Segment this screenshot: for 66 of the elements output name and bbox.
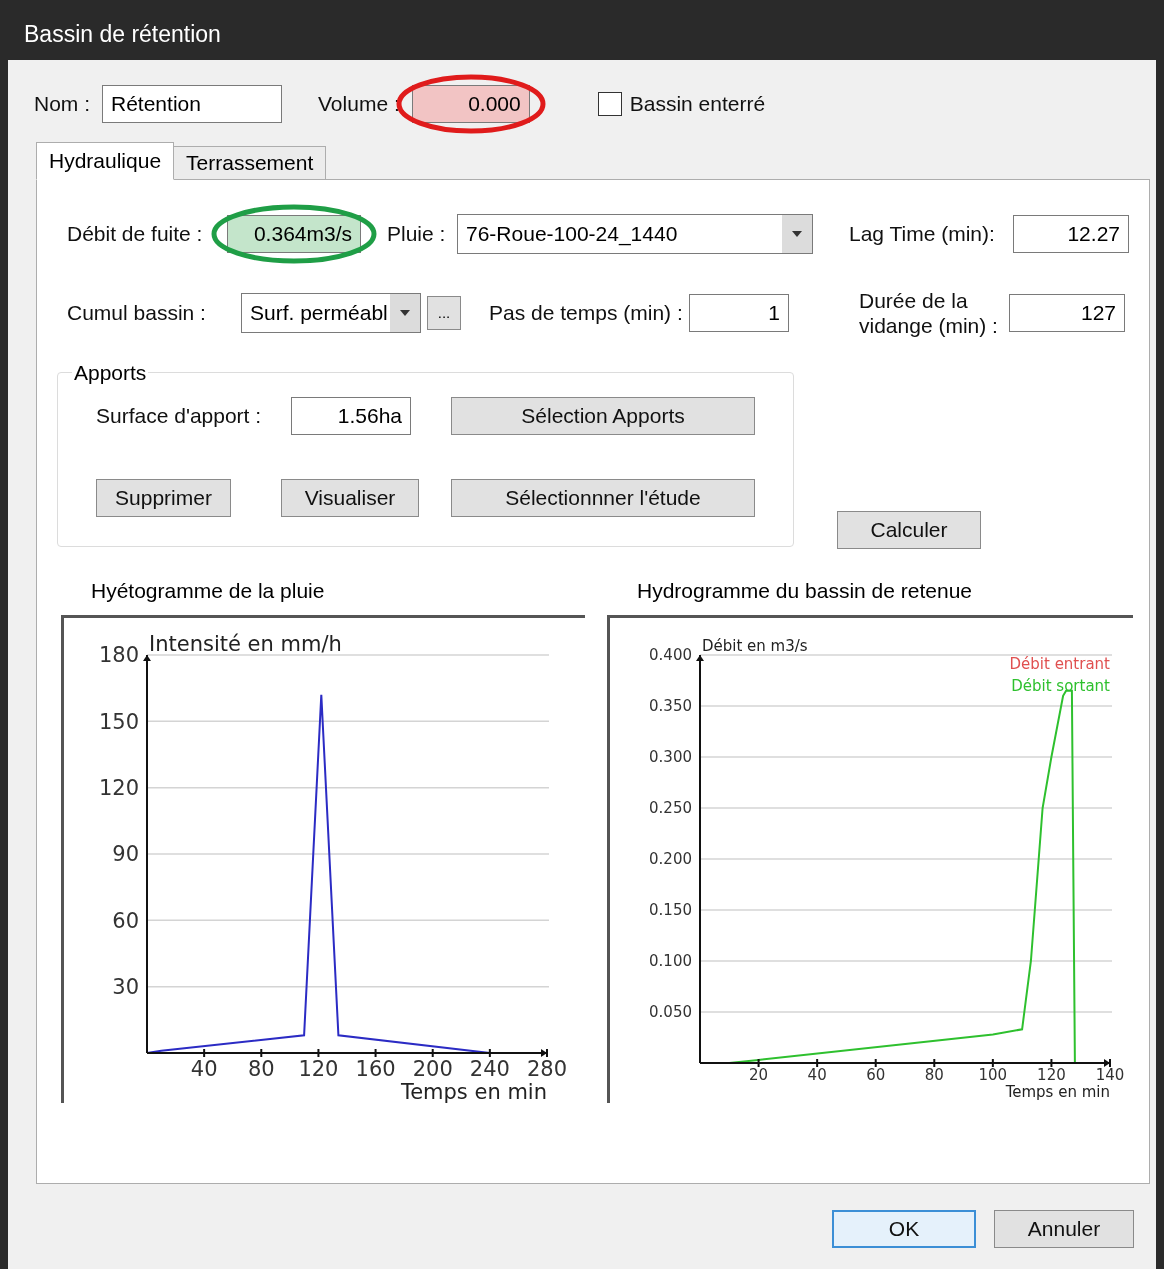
axis-tick-label: 180	[98, 642, 139, 667]
axis-tick-label: 120	[298, 1056, 339, 1081]
button[interactable]: Supprimer	[96, 479, 231, 517]
checkbox[interactable]	[597, 92, 622, 116]
input-field[interactable]: 0.364m3/s	[227, 215, 361, 253]
axis-title: Intensité en mm/h	[149, 631, 342, 656]
axis-tick-label: 60	[866, 1065, 886, 1084]
button[interactable]: Sélection Apports	[451, 397, 755, 435]
axis-tick-label: 140	[1095, 1065, 1125, 1084]
axis-tick-label: 280	[526, 1056, 568, 1081]
dropdown[interactable]: 76-Roue-100-24_1440	[457, 214, 813, 254]
field-label: Nom :	[34, 91, 90, 118]
axis-tick-label: 80	[924, 1065, 944, 1084]
field-label: Débit de fuite :	[67, 221, 204, 248]
axis-tick-label: 120	[1037, 1065, 1066, 1084]
legend-label: Débit entrant	[1009, 654, 1110, 673]
axis-tick-label: 150	[98, 709, 139, 734]
field-label: Bassin enterré	[629, 91, 766, 118]
axis-tick-label: 240	[469, 1056, 510, 1081]
axis-title: Temps en min	[400, 1079, 547, 1103]
button[interactable]: OK	[832, 1210, 976, 1248]
axis-tick-label: 160	[355, 1056, 396, 1081]
axis-tick-label: 0.050	[649, 1002, 692, 1021]
axis-tick-label: 0.250	[649, 798, 692, 817]
axis-tick-label: 40	[807, 1065, 827, 1084]
input-field[interactable]: 1	[689, 294, 789, 332]
input-field[interactable]: 0.000	[411, 85, 530, 123]
axis-tick-label: 0.100	[649, 951, 692, 970]
button[interactable]: Annuler	[994, 1210, 1134, 1248]
axis-tick-label: 0.400	[649, 645, 692, 664]
field-label: Durée de la vidange (min) :	[859, 288, 999, 338]
chart-title: Hydrogramme du bassin de retenue	[637, 578, 973, 604]
button[interactable]: Sélectionnner l'étude	[451, 479, 755, 517]
axis-tick-label: 40	[190, 1056, 218, 1081]
axis-tick-label: 90	[112, 841, 139, 866]
button[interactable]: Visualiser	[281, 479, 419, 517]
axis-tick-label: 0.350	[649, 696, 692, 715]
axis-tick-label: 30	[112, 974, 139, 999]
chart-title: Hyétogramme de la pluie	[91, 578, 326, 604]
field-label: Pluie :	[387, 221, 447, 248]
button[interactable]: Calculer	[837, 511, 981, 549]
axis-tick-label: 200	[412, 1056, 453, 1081]
axis-tick-label: 60	[112, 908, 139, 933]
axis-tick-label: 0.200	[649, 849, 692, 868]
axis-tick-label: 120	[98, 775, 139, 800]
input-field[interactable]: Rétention	[102, 85, 282, 123]
input-field[interactable]: 12.27	[1013, 215, 1129, 253]
axis-title: Débit en m3/s	[702, 636, 808, 655]
axis-tick-label: 80	[247, 1056, 275, 1081]
axis-tick-label: 100	[978, 1065, 1008, 1084]
input-field[interactable]: 127	[1009, 294, 1125, 332]
tab[interactable]: Hydraulique	[36, 142, 175, 180]
dropdown[interactable]: Surf. perméabl	[241, 293, 421, 333]
axis-tick-label: 0.150	[649, 900, 692, 919]
axis-title: Temps en min	[1005, 1082, 1110, 1101]
input-field[interactable]: 1.56ha	[290, 397, 411, 435]
field-label: Cumul bassin :	[67, 300, 207, 327]
window-title: Bassin de rétention	[24, 19, 221, 49]
tab[interactable]: Terrassement	[173, 146, 327, 180]
field-label: Surface d'apport :	[96, 403, 263, 430]
more-button[interactable]: ...	[427, 296, 461, 330]
legend-label: Débit sortant	[1011, 676, 1110, 695]
axis-tick-label: 20	[749, 1065, 769, 1084]
field-label: Pas de temps (min) :	[489, 300, 684, 327]
field-label: Lag Time (min):	[849, 221, 996, 248]
axis-tick-label: 0.300	[649, 747, 692, 766]
